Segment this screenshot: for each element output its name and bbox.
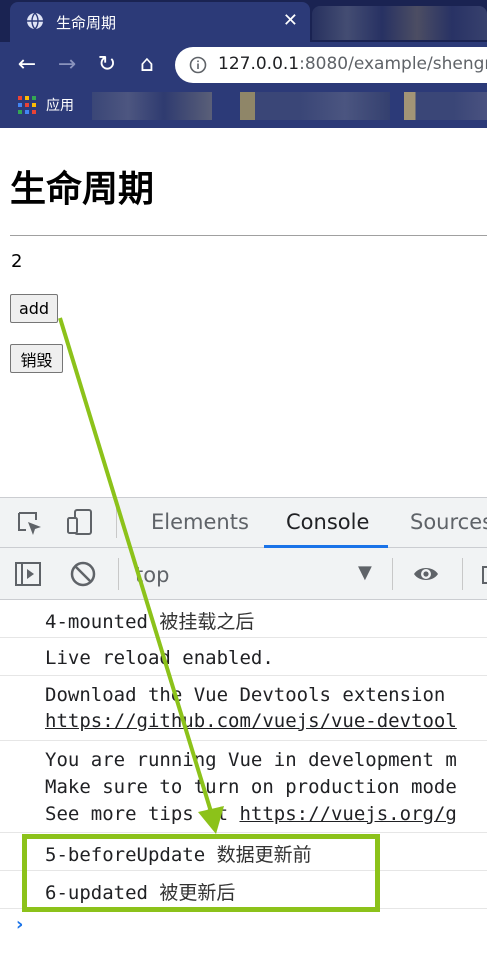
devtools-link[interactable]: https://github.com/vuejs/vue-devtool <box>45 710 457 732</box>
tab-sources[interactable]: Sources <box>410 510 487 534</box>
separator <box>118 558 119 590</box>
clear-console-icon[interactable] <box>69 560 97 588</box>
destroy-button[interactable]: 销毁 <box>10 344 63 373</box>
separator <box>116 508 117 538</box>
browser-tab[interactable]: 生命周期 ✕ <box>10 2 310 42</box>
apps-label[interactable]: 应用 <box>46 95 74 115</box>
close-icon[interactable]: ✕ <box>283 10 298 32</box>
blurred-bookmark[interactable] <box>92 92 212 120</box>
context-selector[interactable]: top <box>135 563 169 587</box>
console-message: 4-mounted 被挂载之后 <box>0 600 487 638</box>
reload-icon[interactable]: ↻ <box>95 53 119 77</box>
forward-icon[interactable]: → <box>55 53 79 77</box>
console-message: You are running Vue in development m Mak… <box>0 741 487 833</box>
console-message: Download the Vue Devtools extension http… <box>0 676 487 741</box>
apps-grid-icon[interactable] <box>18 96 36 114</box>
tab-title: 生命周期 <box>56 14 117 32</box>
inspect-element-icon[interactable] <box>16 510 44 538</box>
url-text[interactable]: 127.0.0.1:8080/example/shengm <box>218 54 487 74</box>
blurred-tab[interactable] <box>312 6 487 40</box>
filter-input-edge[interactable] <box>482 566 487 584</box>
counter-value: 2 <box>11 251 23 272</box>
divider <box>10 235 487 236</box>
console-message: Live reload enabled. <box>0 638 487 676</box>
device-toolbar-icon[interactable] <box>66 508 94 536</box>
annotation-highlight-box <box>22 834 380 912</box>
console-toolbar: top ▼ <box>0 548 487 600</box>
live-expression-eye-icon[interactable] <box>412 560 440 588</box>
sidebar-toggle-icon[interactable] <box>14 560 42 588</box>
dropdown-arrow-icon[interactable]: ▼ <box>358 562 372 583</box>
globe-icon <box>27 12 43 30</box>
home-icon[interactable]: ⌂ <box>135 53 159 77</box>
browser-toolbar: ← → ↻ ⌂ 127.0.0.1:8080/example/shengm <box>0 42 487 88</box>
vue-docs-link[interactable]: https://vuejs.org/g <box>239 803 456 825</box>
tab-elements[interactable]: Elements <box>151 510 249 534</box>
devtools-tab-bar: Elements Console Sources <box>0 498 487 548</box>
address-bar[interactable]: 127.0.0.1:8080/example/shengm <box>175 47 487 83</box>
page-title: 生命周期 <box>10 169 155 210</box>
blurred-bookmark[interactable] <box>240 92 390 120</box>
separator <box>392 558 393 590</box>
add-button[interactable]: add <box>10 294 58 323</box>
info-icon[interactable] <box>189 56 207 74</box>
blurred-bookmark[interactable] <box>404 92 487 120</box>
separator <box>462 558 463 590</box>
console-prompt-icon[interactable]: › <box>16 914 23 935</box>
back-icon[interactable]: ← <box>15 53 39 77</box>
tab-console[interactable]: Console <box>286 510 369 534</box>
